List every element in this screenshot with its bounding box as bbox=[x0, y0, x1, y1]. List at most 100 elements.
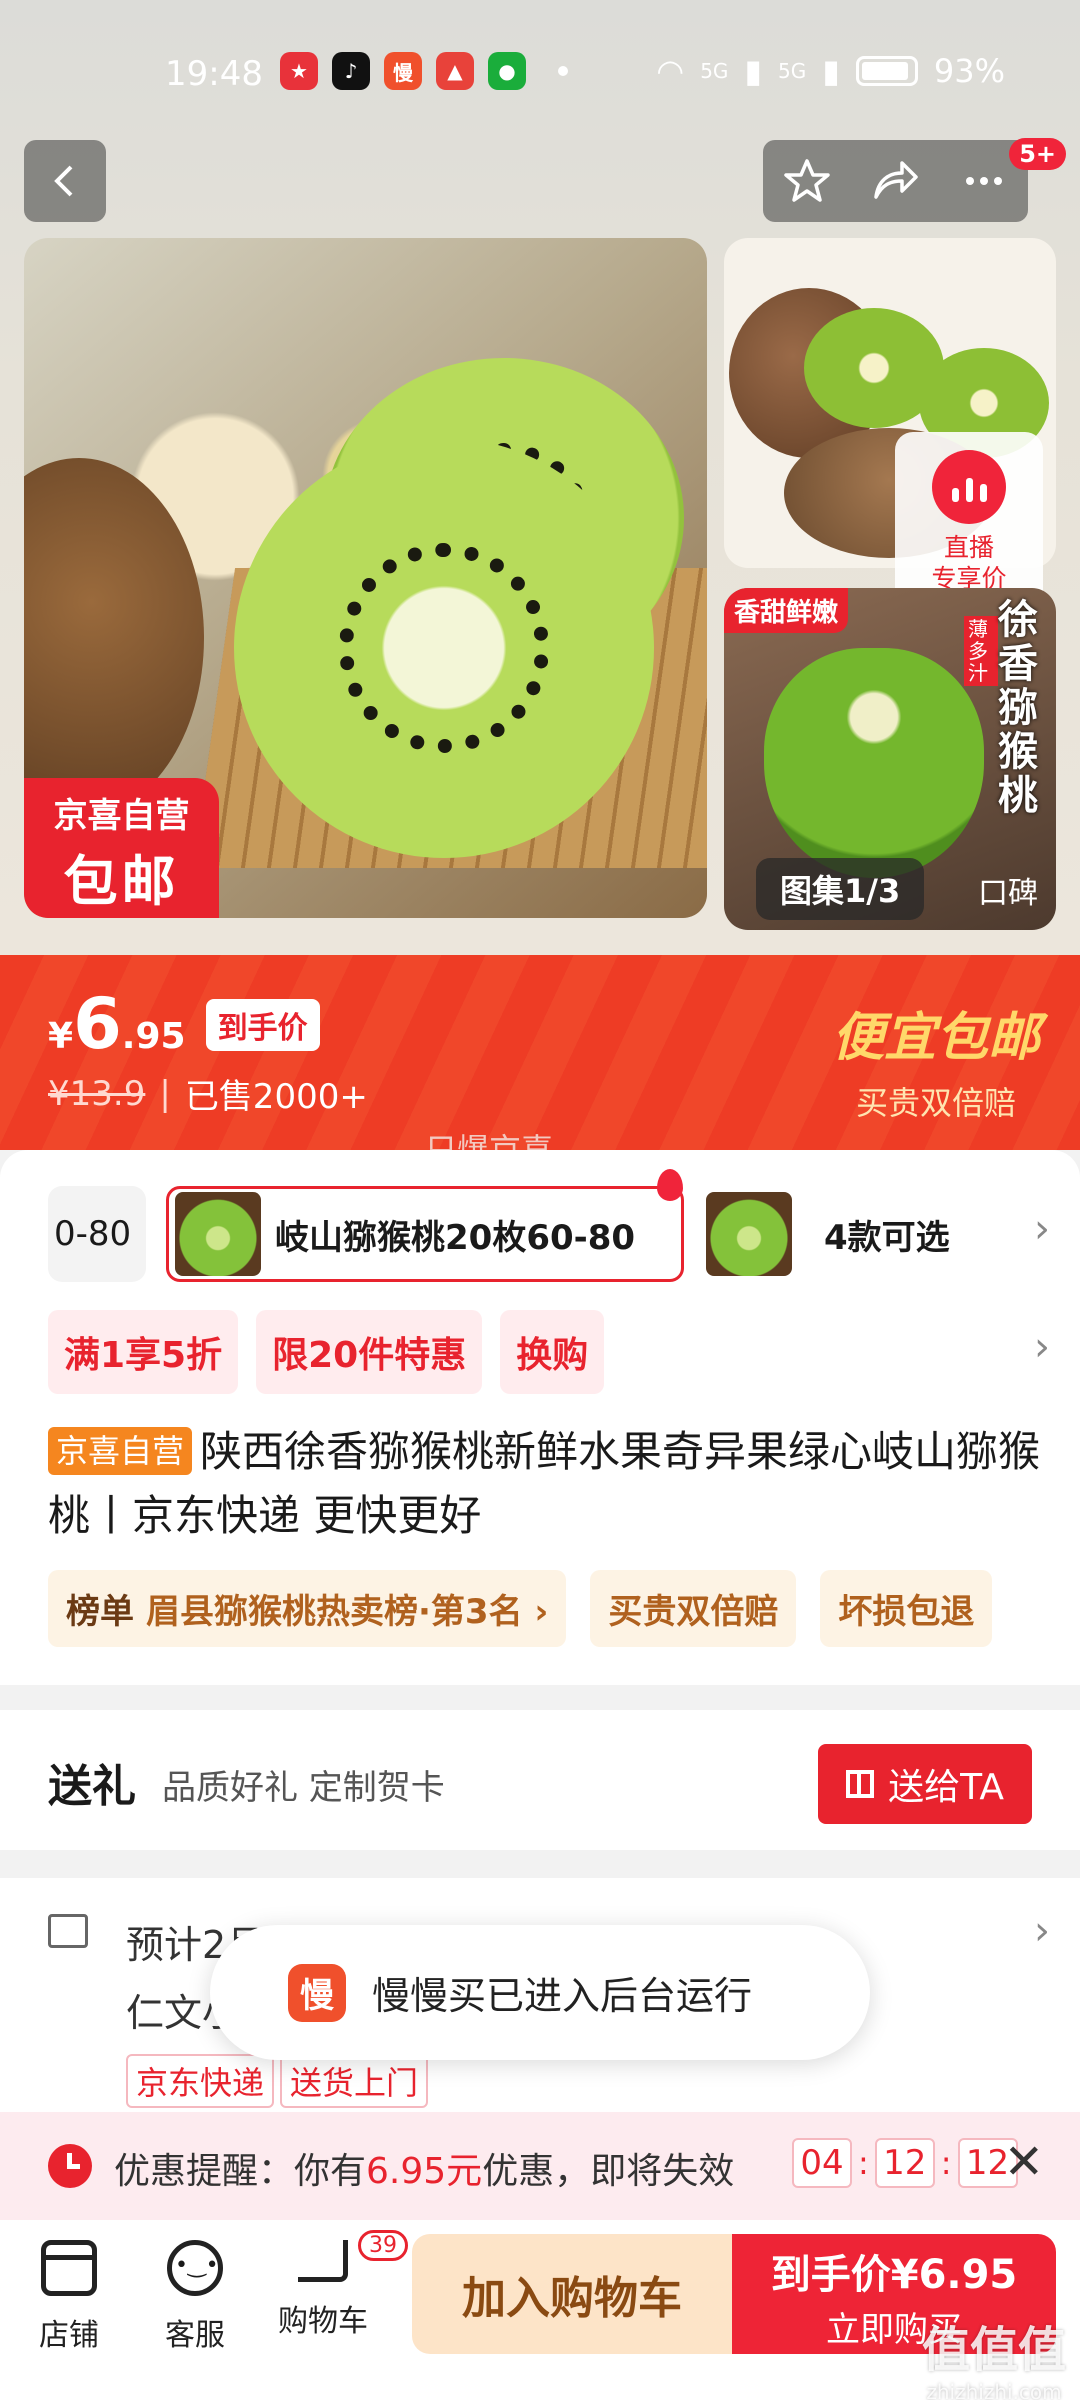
ranking-chip[interactable]: 榜单 眉县猕猴桃热卖榜·第3名 › bbox=[48, 1570, 567, 1647]
send-gift-button[interactable]: 送给TA bbox=[818, 1744, 1032, 1824]
share-icon[interactable] bbox=[870, 157, 920, 205]
delivery-tag: 京东快递 bbox=[126, 2054, 275, 2108]
chevron-right-icon[interactable]: › bbox=[1034, 1908, 1050, 1954]
timer-minutes: 12 bbox=[874, 2138, 935, 2188]
product-info-card: 0-80 岐山猕猴桃20枚60-80 4款可选 › 满1享5折 限20件特惠 换… bbox=[0, 1150, 1080, 1685]
countdown-timer: 04 : 12 : 12 bbox=[792, 2138, 1018, 2188]
star-icon[interactable] bbox=[783, 157, 831, 205]
manman-app-icon: 慢 bbox=[288, 1963, 346, 2022]
clock-icon bbox=[48, 2144, 92, 2188]
live-label: 直播 bbox=[943, 533, 994, 562]
sku-more-options[interactable]: 4款可选 bbox=[706, 1186, 1016, 1282]
review-tab[interactable]: 口碑 bbox=[978, 868, 1038, 912]
douyin-icon: ♪ bbox=[332, 52, 370, 90]
back-button[interactable] bbox=[24, 140, 106, 222]
sku-thumbnail bbox=[175, 1192, 261, 1276]
chevron-left-icon bbox=[54, 165, 73, 197]
final-price-label: 到手价 bbox=[205, 999, 320, 1051]
reminder-text: 优惠提醒：你有6.95元优惠，即将失效 bbox=[114, 2142, 734, 2194]
price-banner: ¥ 6 .95 到手价 ¥13.9 | 已售2000+ 便宜包邮 买贵双倍赔 bbox=[0, 955, 1080, 1150]
gallery-counter[interactable]: 图集1/3 bbox=[756, 858, 925, 920]
chevron-right-icon[interactable]: › bbox=[1034, 1324, 1050, 1370]
sku-option-prev[interactable]: 0-80 bbox=[48, 1186, 146, 1282]
kiwi-half-decor bbox=[764, 648, 984, 878]
coupon-row: 满1享5折 限20件特惠 换购 bbox=[48, 1310, 605, 1394]
price-currency: ¥ bbox=[48, 1016, 74, 1057]
hot-fire-icon bbox=[657, 1169, 683, 1201]
manman-icon: 慢 bbox=[384, 52, 422, 90]
status-app-icons: ★ ♪ 慢 ▲ ● bbox=[280, 52, 568, 90]
thumb-tag: 香甜鲜嫩 bbox=[724, 588, 849, 633]
message-badge: 5+ bbox=[1009, 138, 1066, 170]
app-icon-5: ● bbox=[488, 52, 526, 90]
chevron-right-icon[interactable]: › bbox=[1034, 1206, 1050, 1252]
double-refund-chip[interactable]: 买贵双倍赔 bbox=[590, 1570, 797, 1647]
original-price: ¥13.9 bbox=[48, 1073, 146, 1114]
background-run-toast: 慢 慢慢买已进入后台运行 bbox=[210, 1925, 870, 2060]
customer-service-tab[interactable]: 客服 bbox=[140, 2240, 250, 2354]
main-product-image[interactable]: 京喜自营 包邮 bbox=[24, 238, 707, 918]
send-gift-label: 送给TA bbox=[888, 1767, 1004, 1808]
live-icon bbox=[932, 450, 1006, 524]
notification-dot bbox=[558, 66, 568, 76]
price-integer: 6 bbox=[73, 983, 122, 1065]
status-time: 19:48 bbox=[165, 54, 263, 94]
product-title: 京喜自营 陕西徐香猕猴桃新鲜水果奇异果绿心岐山猕猴桃丨京东快递 更快更好 bbox=[48, 1420, 1048, 1548]
thumbnail-2[interactable]: 香甜鲜嫩 薄多汁 徐香猕猴桃 图集1/3 口碑 bbox=[724, 588, 1056, 930]
shop-tab[interactable]: 店铺 bbox=[14, 2240, 124, 2354]
shop-icon bbox=[41, 2240, 97, 2296]
sku-selected-label: 岐山猕猴桃20枚60-80 bbox=[275, 1217, 636, 1258]
price-decimal: .95 bbox=[121, 1016, 186, 1057]
signal-1-label: 5G bbox=[700, 59, 729, 83]
app-icon-4: ▲ bbox=[436, 52, 474, 90]
rank-row: 榜单 眉县猕猴桃热卖榜·第3名 › 买贵双倍赔 坏损包退 bbox=[48, 1570, 993, 1647]
ranking-label: 榜单 bbox=[66, 1592, 134, 1632]
promo-tag-line2: 包邮 bbox=[63, 850, 180, 913]
reminder-amount: 6.95元 bbox=[366, 2151, 483, 2192]
delivery-tag: 送货上门 bbox=[280, 2054, 429, 2108]
timer-hours: 04 bbox=[792, 2138, 852, 2188]
cart-label: 购物车 bbox=[278, 2304, 368, 2339]
battery-percent: 93% bbox=[933, 52, 1005, 90]
toast-text: 慢慢买已进入后台运行 bbox=[372, 1974, 753, 2018]
gift-subtitle: 品质好礼 定制贺卡 bbox=[162, 1768, 445, 1808]
truck-icon bbox=[48, 1914, 88, 1948]
shop-label: 店铺 bbox=[39, 2318, 99, 2353]
discount-reminder-bar[interactable]: 优惠提醒：你有6.95元优惠，即将失效 04 : 12 : 12 ✕ bbox=[0, 2112, 1080, 2220]
reminder-suffix: 优惠，即将失效 bbox=[482, 2151, 735, 2192]
add-to-cart-button[interactable]: 加入购物车 bbox=[412, 2234, 732, 2354]
damage-refund-chip[interactable]: 坏损包退 bbox=[820, 1570, 993, 1647]
customer-service-icon bbox=[167, 2240, 223, 2296]
status-right: ◠ 5G ▮ 5G ▮ 93% bbox=[656, 52, 1005, 90]
price-row: ¥ 6 .95 到手价 bbox=[48, 983, 320, 1065]
thumb-small-text: 薄多汁 bbox=[964, 616, 998, 686]
bottom-action-bar: 店铺 客服 39 购物车 加入购物车 到手价¥6.95 立即购买 bbox=[0, 2220, 1080, 2400]
cheap-free-shipping-promo: 便宜包邮 买贵双倍赔 bbox=[832, 995, 1040, 1124]
cart-icon: 39 bbox=[298, 2230, 408, 2282]
coupon-exchange[interactable]: 换购 bbox=[500, 1310, 605, 1394]
gift-title: 送礼 bbox=[48, 1761, 136, 1812]
coupon-limited[interactable]: 限20件特惠 bbox=[256, 1310, 483, 1394]
gift-section: 送礼 品质好礼 定制贺卡 送给TA bbox=[0, 1710, 1080, 1850]
sku-option-selected[interactable]: 岐山猕猴桃20枚60-80 bbox=[166, 1169, 684, 1282]
close-icon[interactable]: ✕ bbox=[1004, 2134, 1044, 2190]
battery-icon bbox=[855, 56, 918, 86]
sku-option-prev-label: 0-80 bbox=[54, 1214, 132, 1254]
price-separator: | bbox=[159, 1073, 171, 1114]
more-icon[interactable] bbox=[960, 157, 1008, 205]
cart-tab[interactable]: 39 购物车 bbox=[268, 2230, 408, 2340]
wifi-icon: ◠ bbox=[656, 52, 685, 90]
kiwi-slice-front bbox=[234, 438, 654, 858]
top-actions bbox=[763, 140, 1028, 222]
sku-more-label: 4款可选 bbox=[824, 1217, 950, 1258]
watermark-main: 值值值 bbox=[921, 2322, 1066, 2378]
timer-colon: : bbox=[858, 2144, 869, 2182]
product-title-text: 陕西徐香猕猴桃新鲜水果奇异果绿心岐山猕猴桃丨京东快递 更快更好 bbox=[48, 1427, 1041, 1540]
customer-service-label: 客服 bbox=[165, 2318, 225, 2353]
coupon-discount[interactable]: 满1享5折 bbox=[48, 1310, 239, 1394]
signal-1-icon: ▮ bbox=[744, 52, 763, 90]
delivery-tags: 京东快递 送货上门 bbox=[126, 2054, 429, 2108]
gift-icon bbox=[846, 1770, 875, 1798]
ranking-text: 眉县猕猴桃热卖榜·第3名 › bbox=[146, 1592, 549, 1632]
sku-more-thumbnail bbox=[706, 1192, 792, 1276]
